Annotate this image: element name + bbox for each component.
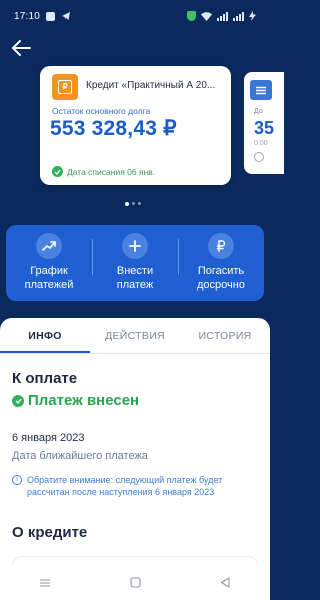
recent-apps-icon[interactable]: [35, 576, 55, 590]
loan-name: Кредит «Практичный А 20...: [86, 80, 216, 91]
back-arrow-icon[interactable]: [10, 38, 32, 58]
tab-info[interactable]: ИНФО: [0, 318, 90, 353]
next-card-amount: 35: [254, 118, 275, 138]
tab-actions[interactable]: ДЕЙСТВИЯ: [90, 318, 180, 353]
tab-bar: ИНФО ДЕЙСТВИЯ ИСТОРИЯ: [0, 318, 270, 354]
pager-dot: [132, 202, 135, 205]
quick-actions: График платежей Внести платеж Погасить д…: [6, 225, 264, 301]
info-icon: i: [12, 475, 22, 485]
check-circle-icon: [12, 394, 24, 407]
payment-schedule-label: График платежей: [24, 265, 74, 291]
wifi-icon: [201, 11, 212, 21]
due-date-text: Дата списания 06 янв.: [67, 166, 156, 177]
system-nav-bar: [0, 565, 270, 600]
ruble-icon: [208, 233, 234, 259]
check-circle-icon: [52, 166, 63, 177]
pager-dot: [138, 202, 141, 205]
pager-dot-active: [125, 201, 129, 206]
make-payment-label: Внести платеж: [116, 265, 154, 291]
plus-icon: [122, 233, 148, 259]
card-pager: [125, 201, 141, 206]
next-payment-date: 6 января 2023: [12, 432, 85, 444]
charging-icon: [249, 11, 256, 21]
details-sheet: ИНФО ДЕЙСТВИЯ ИСТОРИЯ К оплате Платеж вн…: [0, 318, 270, 600]
loan-logo-icon: ₽: [52, 74, 78, 100]
balance-label: Остаток основного долга: [52, 106, 151, 116]
balance-amount: 553 328,43 ₽: [50, 117, 177, 140]
payment-note: i Обратите внимание: следующий платеж бу…: [12, 474, 262, 498]
early-repayment-label: Погасить досрочно: [197, 265, 245, 291]
loan-card[interactable]: ₽ Кредит «Практичный А 20... Остаток осн…: [40, 66, 231, 185]
next-card-status-icon: [254, 152, 264, 162]
payment-schedule-button[interactable]: График платежей: [6, 225, 92, 301]
tab-history[interactable]: ИСТОРИЯ: [180, 318, 270, 353]
next-card[interactable]: До 35 0.00: [244, 72, 284, 174]
back-nav-icon[interactable]: [215, 576, 235, 590]
telegram-icon: [62, 12, 71, 20]
next-card-label: До: [254, 108, 263, 115]
make-payment-button[interactable]: Внести платеж: [92, 225, 178, 301]
about-loan-title: О кредите: [12, 524, 88, 541]
home-icon[interactable]: [125, 576, 145, 590]
due-date: Дата списания 06 янв.: [52, 166, 155, 177]
security-shield-icon: [187, 11, 196, 21]
early-repayment-button[interactable]: Погасить досрочно: [178, 225, 264, 301]
payment-note-text: Обратите внимание: следующий платеж буде…: [27, 475, 223, 497]
next-payment-date-label: Дата ближайшего платежа: [12, 450, 148, 462]
to-pay-title: К оплате: [12, 370, 78, 387]
signal-icon-2: [233, 11, 244, 21]
notification-icon: [46, 11, 56, 21]
payment-status: Платеж внесен: [12, 392, 139, 409]
next-card-logo-icon: [250, 80, 272, 100]
next-card-sub: 0.00: [254, 140, 268, 147]
trend-up-icon: [36, 233, 62, 259]
status-time: 17:10: [14, 10, 41, 22]
payment-status-text: Платеж внесен: [28, 392, 140, 409]
signal-icon: [217, 11, 228, 21]
status-bar: 17:10: [0, 0, 270, 32]
